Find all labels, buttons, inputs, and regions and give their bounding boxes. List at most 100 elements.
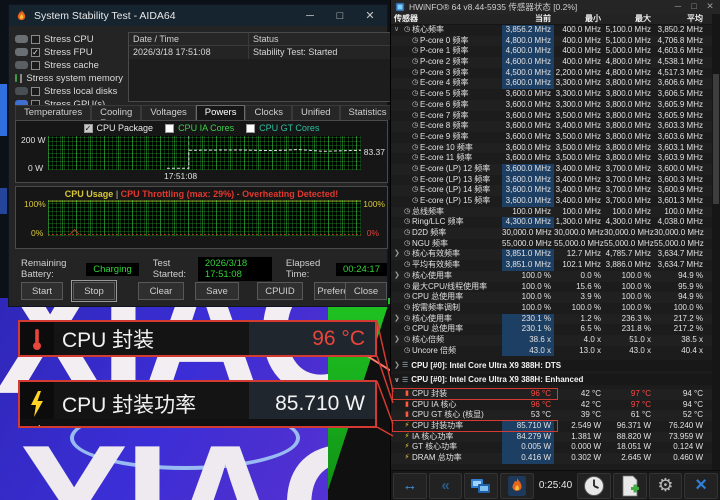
legend-cpu-package[interactable]: ✓CPU Package [84,123,154,133]
sensor-row[interactable]: ◷Ring/LLC 频率4,300.0 MHz1,300.0 MHz4,300.… [391,217,712,228]
sensor-section-header[interactable]: ❯☰CPU [#0]: Intel Core Ultra X9 388H: DT… [391,360,712,371]
sensor-row[interactable]: ◷P-core 0 频率4,800.0 MHz400.0 MHz5,100.0 … [391,36,712,47]
sensor-row[interactable]: ◷E-core 9 频率3,600.0 MHz3,500.0 MHz3,800.… [391,132,712,143]
aida64-titlebar[interactable]: System Stability Test - AIDA64 ─ □ ✕ [9,5,387,26]
legend-checkbox[interactable] [165,124,174,133]
tab-temperatures[interactable]: Temperatures [15,105,91,120]
cpuid-button[interactable]: CPUID [257,282,303,300]
checkbox[interactable] [20,74,23,83]
swap-arrows-icon[interactable]: ↔ [393,473,427,499]
sensor-row[interactable]: ❯◷核心倍频38.6 x4.0 x51.0 x38.5 x [391,335,712,346]
sensor-row[interactable]: ▮CPU 封装96 °C42 °C97 °C94 °C [391,389,712,400]
minimize-icon[interactable]: ─ [295,5,325,26]
stress-option-stress-system-memory[interactable]: Stress system memory [15,72,123,84]
column-header-4[interactable]: 平均 [654,14,706,24]
sensor-row[interactable]: ◷P-core 2 频率4,600.0 MHz400.0 MHz4,800.0 … [391,57,712,68]
checkbox[interactable] [31,35,40,44]
column-header-0[interactable]: 传感器 [391,14,502,24]
sensor-row[interactable]: ◷E-core (LP) 15 频率3,600.0 MHz3,400.0 MHz… [391,196,712,207]
sensor-row[interactable]: ◷Uncore 倍频43.0 x13.0 x43.0 x40.4 x [391,346,712,357]
tab-unified[interactable]: Unified [292,105,340,120]
sensor-label: CPU 封装 [412,389,447,400]
sensor-row[interactable]: ▮CPU IA 核心96 °C42 °C97 °C94 °C [391,400,712,411]
log-table-row[interactable]: 2026/3/18 17:51:08 Stability Test: Start… [129,46,393,59]
save-button[interactable]: Save [195,282,239,300]
sensor-row[interactable]: ⚡DRAM 总功率0.416 W0.302 W2.645 W0.460 W [391,453,712,464]
legend-cpu-gt-cores[interactable]: CPU GT Cores [246,123,319,133]
column-header-3[interactable]: 最大 [604,14,654,24]
column-header-1[interactable]: 当前 [502,14,554,24]
sensor-row[interactable]: ◷D2D 频率30,000.0 MHz30,000.0 MHz30,000.0 … [391,228,712,239]
tab-statistics[interactable]: Statistics [340,105,396,120]
tab-voltages[interactable]: Voltages [141,105,195,120]
tab-clocks[interactable]: Clocks [245,105,292,120]
maximize-icon[interactable]: □ [325,5,355,26]
minimize-icon[interactable]: ─ [670,0,686,13]
sensor-current-value: 84.279 W [502,432,554,443]
tab-powers[interactable]: Powers [196,105,246,120]
tab-cooling-fans[interactable]: Cooling Fans [91,105,141,120]
checkbox[interactable] [31,87,40,96]
legend-cpu-ia-cores[interactable]: CPU IA Cores [165,123,234,133]
sensor-row[interactable]: ❯◷核心使用率230.1 %1.2 %236.3 %217.2 % [391,314,712,325]
sensor-row[interactable]: ∨◷核心频率3,856.2 MHz400.0 MHz5,100.0 MHz3,8… [391,25,712,36]
chevron-down-icon[interactable]: ∨ [394,376,402,384]
sensor-row[interactable]: ◷E-core 5 频率3,600.0 MHz3,300.0 MHz3,800.… [391,89,712,100]
stress-option-stress-fpu[interactable]: ✓Stress FPU [15,46,123,58]
sensor-row[interactable]: ▮CPU GT 核心 (核显)53 °C39 °C61 °C52 °C [391,410,712,421]
close-icon[interactable]: ✕ [355,5,385,26]
sensor-row[interactable]: ◷CPU 总使用率230.1 %6.5 %231.8 %217.2 % [391,324,712,335]
gear-icon[interactable]: ⚙ [649,473,683,499]
sensor-row[interactable]: ❯◷核心使用率100.0 %0.0 %100.0 %94.9 % [391,271,712,282]
close-icon[interactable]: × [684,473,718,499]
sensor-row[interactable]: ◷按需频率调制100.0 %100.0 %100.0 %100.0 % [391,303,712,314]
clear-button[interactable]: Clear [138,282,184,300]
sensor-row[interactable]: ❯◷核心有效频率3,851.0 MHz12.7 MHz4,785.7 MHz3,… [391,249,712,260]
legend-checkbox[interactable] [246,124,255,133]
sensor-row[interactable]: ◷E-core 11 频率3,600.0 MHz3,500.0 MHz3,800… [391,153,712,164]
stress-option-stress-cache[interactable]: Stress cache [15,59,123,71]
sensor-row[interactable]: ◷E-core 8 频率3,600.0 MHz3,400.0 MHz3,800.… [391,121,712,132]
flame-icon[interactable] [500,473,534,499]
sensor-row[interactable]: ◷E-core (LP) 13 频率3,600.0 MHz3,400.0 MHz… [391,175,712,186]
sensor-row[interactable]: ◷E-core 6 频率3,600.0 MHz3,300.0 MHz3,800.… [391,100,712,111]
sensor-row[interactable]: ⚡IA 核心功率84.279 W1.381 W88.820 W73.959 W [391,432,712,443]
scrollbar-thumb[interactable] [713,74,719,204]
sensor-row[interactable]: ◷NGU 频率55,000.0 MHz55,000.0 MHz55,000.0 … [391,239,712,250]
rewind-arrows-icon[interactable]: « [429,473,463,499]
chevron-right-icon[interactable]: ❯ [394,361,402,369]
sensor-row[interactable]: ◷P-core 3 频率4,500.0 MHz2,200.0 MHz4,800.… [391,68,712,79]
sensor-section-header[interactable]: ∨☰CPU [#0]: Intel Core Ultra X9 388H: En… [391,374,712,385]
stress-option-stress-local-disks[interactable]: Stress local disks [15,85,123,97]
sensor-min-value: 3,500.0 MHz [554,132,604,143]
close-button[interactable]: Close [345,282,387,300]
checkbox[interactable]: ✓ [31,48,40,57]
sensor-row[interactable]: ◷总线频率100.0 MHz100.0 MHz100.0 MHz100.0 MH… [391,207,712,218]
close-icon[interactable]: ✕ [702,0,718,13]
sensor-row[interactable]: ◷CPU 总使用率100.0 %3.9 %100.0 %94.9 % [391,292,712,303]
sensors-icon[interactable] [464,473,498,499]
sensor-table-header[interactable]: 传感器当前最小最大平均 [391,14,712,25]
start-button[interactable]: Start [21,282,63,300]
sensor-row[interactable]: ◷最大CPU/线程使用率100.0 %15.6 %100.0 %95.9 % [391,282,712,293]
sensor-row[interactable]: ⚡GT 核心功率0.005 W0.000 W18.051 W0.124 W [391,442,712,453]
sensor-row[interactable]: ◷E-core 10 频率3,600.0 MHz3,500.0 MHz3,800… [391,143,712,154]
legend-checkbox[interactable]: ✓ [84,124,93,133]
stop-button[interactable]: Stop [73,282,115,300]
clock-icon[interactable] [577,473,611,499]
sensor-row[interactable]: ◷平均有效频率3,851.0 MHz102.1 MHz3,886.0 MHz3,… [391,260,712,271]
sensor-row[interactable]: ◷E-core 7 频率3,600.0 MHz3,500.0 MHz3,800.… [391,111,712,122]
report-add-icon[interactable] [613,473,647,499]
hwinfo-scrollbar[interactable] [712,14,720,470]
column-header-2[interactable]: 最小 [554,14,604,24]
sensor-row[interactable]: ◷E-core (LP) 14 频率3,600.0 MHz3,400.0 MHz… [391,185,712,196]
hwinfo-titlebar[interactable]: HWiNFO® 64 v8.44-5935 传感器状态 [0.2%] ─ □ ✕ [391,0,720,14]
checkbox[interactable] [31,61,40,70]
maximize-icon[interactable]: □ [686,0,702,13]
sensor-row[interactable]: ◷E-core (LP) 12 频率3,600.0 MHz3,400.0 MHz… [391,164,712,175]
stress-option-stress-cpu[interactable]: Stress CPU [15,33,123,45]
sensor-row[interactable]: ◷E-core 4 频率3,600.0 MHz3,300.0 MHz3,800.… [391,78,712,89]
sensor-row[interactable]: ◷P-core 1 频率4,600.0 MHz400.0 MHz5,000.0 … [391,46,712,57]
sensor-table-rows: ∨◷核心频率3,856.2 MHz400.0 MHz5,100.0 MHz3,8… [391,25,712,470]
sensor-row[interactable]: ⚡CPU 封装功率85.710 W2.549 W96.371 W76.240 W [391,421,712,432]
